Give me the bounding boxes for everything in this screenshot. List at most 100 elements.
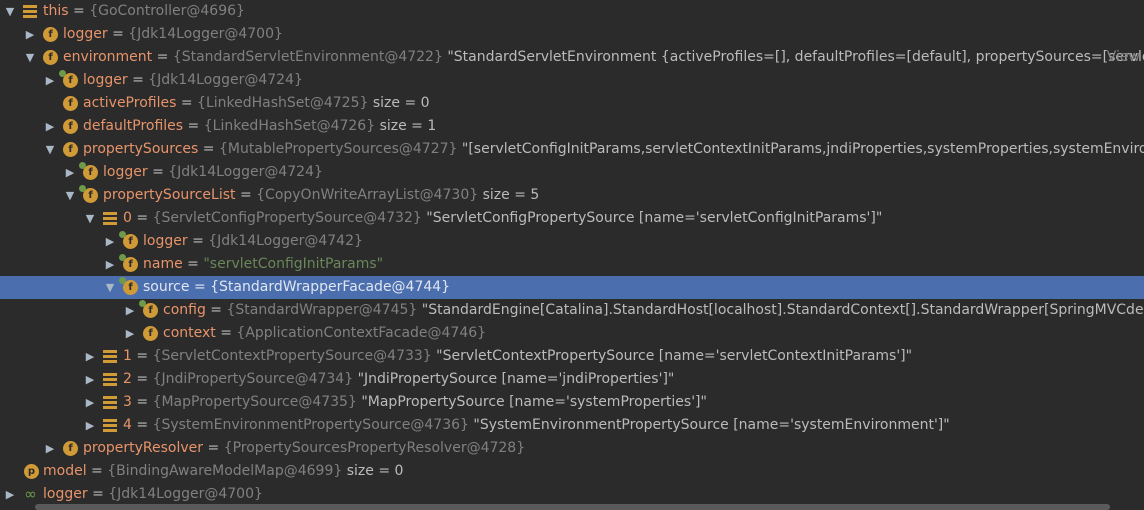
expand-arrow-icon[interactable]: ▶ bbox=[44, 437, 56, 460]
tree-row-activeProfiles[interactable]: f activeProfiles = {LinkedHashSet@4725} … bbox=[0, 92, 1144, 115]
var-name: propertyResolver bbox=[83, 440, 204, 456]
expand-arrow-icon[interactable]: ▶ bbox=[4, 483, 16, 506]
tree-row-model[interactable]: p model = {BindingAwareModelMap@4699} si… bbox=[0, 460, 1144, 483]
var-value: "StandardServletEnvironment {activeProfi… bbox=[447, 49, 1144, 65]
var-ref: {MutablePropertySources@4727} bbox=[218, 141, 458, 157]
expand-arrow-icon[interactable]: ▶ bbox=[24, 23, 36, 46]
var-name: propertySourceList bbox=[103, 187, 236, 203]
var-value: "JndiPropertySource [name='jndiPropertie… bbox=[357, 371, 675, 387]
field-icon: f bbox=[79, 185, 98, 203]
list-icon bbox=[103, 419, 117, 432]
var-name: 0 bbox=[123, 210, 132, 226]
var-name: context bbox=[163, 325, 216, 341]
var-name: propertySources bbox=[83, 141, 199, 157]
tree-row-index-2[interactable]: ▶ 2 = {JndiPropertySource@4734} "JndiPro… bbox=[0, 368, 1144, 391]
var-name: this bbox=[43, 3, 69, 19]
tree-row-index-1[interactable]: ▶ 1 = {ServletContextPropertySource@4733… bbox=[0, 345, 1144, 368]
tree-row-index-4[interactable]: ▶ 4 = {SystemEnvironmentPropertySource@4… bbox=[0, 414, 1144, 437]
tree-row-logger[interactable]: ▶ f logger = {Jdk14Logger@4742} bbox=[0, 230, 1144, 253]
expand-arrow-icon[interactable]: ▶ bbox=[104, 253, 116, 276]
var-name: model bbox=[43, 463, 87, 479]
expand-arrow-icon[interactable]: ▶ bbox=[84, 414, 96, 437]
list-icon bbox=[103, 396, 117, 409]
collapse-arrow-icon[interactable]: ▼ bbox=[44, 138, 56, 161]
var-ref: {StandardServletEnvironment@4722} bbox=[172, 49, 443, 65]
field-icon: f bbox=[79, 162, 98, 180]
var-size: size = 1 bbox=[379, 118, 437, 134]
expand-arrow-icon[interactable]: ▶ bbox=[124, 322, 136, 345]
var-ref: {Jdk14Logger@4700} bbox=[108, 486, 263, 502]
var-size: size = 0 bbox=[372, 95, 430, 111]
expand-arrow-icon[interactable]: ▶ bbox=[84, 345, 96, 368]
tree-row-name[interactable]: ▶ f name = "servletConfigInitParams" bbox=[0, 253, 1144, 276]
var-size: size = 0 bbox=[346, 463, 404, 479]
tree-row-config[interactable]: ▶ f config = {StandardWrapper@4745} "Sta… bbox=[0, 299, 1144, 322]
list-icon bbox=[23, 5, 37, 18]
expand-arrow-icon[interactable]: ▶ bbox=[84, 391, 96, 414]
expand-arrow-icon[interactable]: ▶ bbox=[124, 299, 136, 322]
var-ref: {Jdk14Logger@4700} bbox=[128, 26, 283, 42]
var-name: logger bbox=[83, 72, 128, 88]
var-ref: {JndiPropertySource@4734} bbox=[152, 371, 354, 387]
var-name: source bbox=[143, 279, 190, 295]
list-icon bbox=[103, 373, 117, 386]
collapse-arrow-icon[interactable]: ▼ bbox=[84, 207, 96, 230]
tree-row-logger[interactable]: ▶ f logger = {Jdk14Logger@4724} bbox=[0, 161, 1144, 184]
var-ref: {ServletContextPropertySource@4733} bbox=[152, 348, 432, 364]
scrollbar-thumb[interactable] bbox=[35, 504, 1110, 510]
var-value: "ServletContextPropertySource [name='ser… bbox=[436, 348, 913, 364]
tree-row-propertySources[interactable]: ▼ f propertySources = {MutablePropertySo… bbox=[0, 138, 1144, 161]
tree-row-defaultProfiles[interactable]: ▶ f defaultProfiles = {LinkedHashSet@472… bbox=[0, 115, 1144, 138]
list-icon bbox=[103, 350, 117, 363]
var-ref: {PropertySourcesPropertyResolver@4728} bbox=[223, 440, 526, 456]
field-icon: f bbox=[43, 50, 58, 65]
field-icon: f bbox=[139, 300, 158, 318]
view-link[interactable]: View bbox=[1107, 46, 1140, 69]
field-icon: f bbox=[43, 27, 58, 42]
expand-arrow-icon[interactable]: ▶ bbox=[84, 368, 96, 391]
expand-arrow-icon[interactable]: ▶ bbox=[44, 69, 56, 92]
collapse-arrow-icon[interactable]: ▼ bbox=[4, 0, 16, 23]
var-value: "ServletConfigPropertySource [name='serv… bbox=[426, 210, 883, 226]
field-icon: f bbox=[143, 326, 158, 341]
var-name: 2 bbox=[123, 371, 132, 387]
var-name: 4 bbox=[123, 417, 132, 433]
horizontal-scrollbar[interactable] bbox=[0, 504, 1144, 510]
tree-row-index-3[interactable]: ▶ 3 = {MapPropertySource@4735} "MapPrope… bbox=[0, 391, 1144, 414]
var-ref: {ServletConfigPropertySource@4732} bbox=[152, 210, 422, 226]
var-ref: {ApplicationContextFacade@4746} bbox=[236, 325, 487, 341]
collapse-arrow-icon[interactable]: ▼ bbox=[24, 46, 36, 69]
tree-row-logger[interactable]: ▶ f logger = {Jdk14Logger@4700} bbox=[0, 23, 1144, 46]
field-icon: f bbox=[119, 254, 138, 272]
tree-row-logger[interactable]: ▶ f logger = {Jdk14Logger@4724} bbox=[0, 69, 1144, 92]
var-ref: {CopyOnWriteArrayList@4730} bbox=[256, 187, 479, 203]
var-name: logger bbox=[103, 164, 148, 180]
tree-row-environment[interactable]: ▼ f environment = {StandardServletEnviro… bbox=[0, 46, 1144, 69]
tree-row-propertySourceList[interactable]: ▼ f propertySourceList = {CopyOnWriteArr… bbox=[0, 184, 1144, 207]
var-name: logger bbox=[43, 486, 88, 502]
expand-arrow-icon[interactable]: ▶ bbox=[44, 115, 56, 138]
tree-row-context[interactable]: ▶ f context = {ApplicationContextFacade@… bbox=[0, 322, 1144, 345]
tree-row-propertyResolver[interactable]: ▶ f propertyResolver = {PropertySourcesP… bbox=[0, 437, 1144, 460]
var-ref: {Jdk14Logger@4724} bbox=[168, 164, 323, 180]
collapse-arrow-icon[interactable]: ▼ bbox=[104, 276, 116, 299]
var-name: logger bbox=[143, 233, 188, 249]
expand-arrow-icon[interactable]: ▶ bbox=[104, 230, 116, 253]
tree-row-source[interactable]: ▼ f source = {StandardWrapperFacade@4744… bbox=[0, 276, 1144, 299]
var-ref: {StandardWrapper@4745} bbox=[226, 302, 418, 318]
var-ref: {Jdk14Logger@4724} bbox=[148, 72, 303, 88]
var-value: "[servletConfigInitParams,servletContext… bbox=[461, 141, 1144, 157]
field-icon: f bbox=[119, 277, 138, 295]
tree-row-index-0[interactable]: ▼ 0 = {ServletConfigPropertySource@4732}… bbox=[0, 207, 1144, 230]
expand-arrow-icon[interactable]: ▶ bbox=[64, 161, 76, 184]
var-name: 1 bbox=[123, 348, 132, 364]
var-name: environment bbox=[63, 49, 153, 65]
tree-row-this[interactable]: ▼ this = {GoController@4696} bbox=[0, 0, 1144, 23]
collapse-arrow-icon[interactable]: ▼ bbox=[64, 184, 76, 207]
var-ref: {Jdk14Logger@4742} bbox=[208, 233, 363, 249]
tree-row-logger-static[interactable]: ▶ ∞ logger = {Jdk14Logger@4700} bbox=[0, 483, 1144, 506]
field-icon: f bbox=[63, 119, 78, 134]
var-ref: {SystemEnvironmentPropertySource@4736} bbox=[152, 417, 469, 433]
var-ref: {GoController@4696} bbox=[89, 3, 245, 19]
var-value: "MapPropertySource [name='systemProperti… bbox=[361, 394, 707, 410]
